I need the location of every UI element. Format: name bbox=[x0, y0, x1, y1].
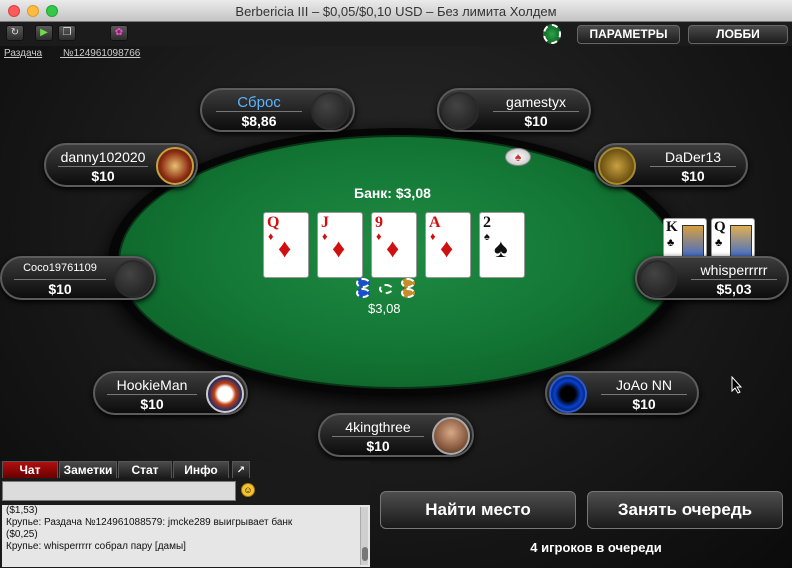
window-title: Berbericia III – $0,05/$0,10 USD – Без л… bbox=[235, 4, 557, 19]
4kingthree-avatar bbox=[432, 417, 470, 455]
title-bar: Berbericia III – $0,05/$0,10 USD – Без л… bbox=[0, 0, 792, 22]
chat-scrollbar-thumb[interactable] bbox=[362, 547, 368, 561]
joao-avatar bbox=[549, 375, 587, 413]
hookieman-avatar bbox=[206, 375, 244, 413]
chip-icon bbox=[356, 288, 370, 298]
table-toolbar: ↻ ▶ ❐ ✿ ПАРАМЕТРЫ ЛОББИ bbox=[0, 22, 792, 46]
seat-dader13[interactable]: DaDer13 $10 bbox=[594, 143, 748, 187]
community-card: Q ♦ ♦ bbox=[263, 212, 309, 278]
seat-hookieman[interactable]: HookieMan $10 bbox=[93, 371, 248, 415]
seat-joao-nn[interactable]: JoAo NN $10 bbox=[545, 371, 699, 415]
refresh-icon[interactable]: ↻ bbox=[6, 25, 24, 41]
chat-input[interactable] bbox=[2, 481, 236, 501]
dader-avatar bbox=[598, 147, 636, 185]
danny-avatar bbox=[156, 147, 194, 185]
play-icon[interactable]: ▶ bbox=[35, 25, 53, 41]
empty-avatar bbox=[441, 92, 479, 130]
empty-avatar bbox=[311, 92, 349, 130]
smiley-icon[interactable]: ☺ bbox=[241, 483, 255, 497]
color-wheel-icon[interactable]: ✿ bbox=[110, 25, 128, 41]
dealer-button-icon: ♠ bbox=[505, 148, 531, 166]
chat-line: Крупье: whisperrrrr собрал пару [дамы] bbox=[6, 541, 186, 552]
popout-icon[interactable]: ↗ bbox=[232, 461, 250, 478]
chip-icon bbox=[401, 288, 415, 298]
join-queue-button[interactable]: Занять очередь bbox=[587, 491, 783, 529]
community-card: J ♦ ♦ bbox=[317, 212, 363, 278]
empty-avatar bbox=[639, 260, 677, 298]
tab-info[interactable]: Инфо bbox=[173, 461, 229, 478]
hand-info: Раздача №124961098766 bbox=[4, 48, 158, 59]
find-seat-button[interactable]: Найти место bbox=[380, 491, 576, 529]
community-card: A ♦ ♦ bbox=[425, 212, 471, 278]
empty-avatar bbox=[114, 260, 152, 298]
chip-icon bbox=[356, 278, 370, 288]
tab-stats[interactable]: Стат bbox=[118, 461, 172, 478]
hand-number-link[interactable]: №124961098766 bbox=[63, 48, 140, 59]
seat-4kingthree[interactable]: 4kingthree $10 bbox=[318, 413, 474, 457]
chat-line: ($1,53) bbox=[6, 505, 38, 516]
queen-face-icon bbox=[730, 225, 752, 257]
chat-line: Крупье: Раздача №124961088579: jmcke289 … bbox=[6, 517, 293, 528]
chat-panel: Чат Заметки Стат Инфо ↗ ☺ ($1,53) Крупье… bbox=[0, 461, 370, 568]
pot-total: Банк: $3,08 bbox=[354, 185, 431, 201]
community-card: 9 ♦ ♦ bbox=[371, 212, 417, 278]
chip-icon bbox=[379, 284, 393, 294]
chat-scrollbar[interactable] bbox=[360, 507, 368, 565]
lobby-button[interactable]: ЛОББИ bbox=[688, 25, 788, 44]
tab-notes[interactable]: Заметки bbox=[59, 461, 117, 478]
seat-whisperrrrr[interactable]: whisperrrrr $5,03 bbox=[635, 256, 789, 300]
mouse-cursor-icon bbox=[731, 376, 743, 394]
seat-danny102020[interactable]: danny102020 $10 bbox=[44, 143, 198, 187]
seat-gamestyx[interactable]: gamestyx $10 bbox=[437, 88, 591, 132]
tab-chat[interactable]: Чат bbox=[2, 461, 58, 478]
chat-line: ($0,25) bbox=[6, 529, 38, 540]
poker-table-window: Berbericia III – $0,05/$0,10 USD – Без л… bbox=[0, 0, 792, 568]
queue-status: 4 игроков в очереди bbox=[530, 540, 662, 555]
options-button[interactable]: ПАРАМЕТРЫ bbox=[577, 25, 680, 44]
seat-fold[interactable]: Сброс $8,86 bbox=[200, 88, 355, 132]
king-face-icon bbox=[682, 225, 704, 257]
stars-coin-icon[interactable] bbox=[543, 24, 561, 44]
chat-log: ($1,53) Крупье: Раздача №124961088579: j… bbox=[2, 505, 370, 567]
whisper-card-1: K ♣ bbox=[663, 218, 707, 258]
whisper-card-2: Q ♣ bbox=[711, 218, 755, 258]
hand-label-link[interactable]: Раздача bbox=[4, 48, 42, 59]
windows-icon[interactable]: ❐ bbox=[58, 25, 76, 41]
seat-coco19761109[interactable]: Coco19761109 $10 bbox=[0, 256, 156, 300]
community-card: 2 ♠ ♠ bbox=[479, 212, 525, 278]
pot-chips-amount: $3,08 bbox=[368, 301, 401, 316]
chip-icon bbox=[401, 278, 415, 288]
